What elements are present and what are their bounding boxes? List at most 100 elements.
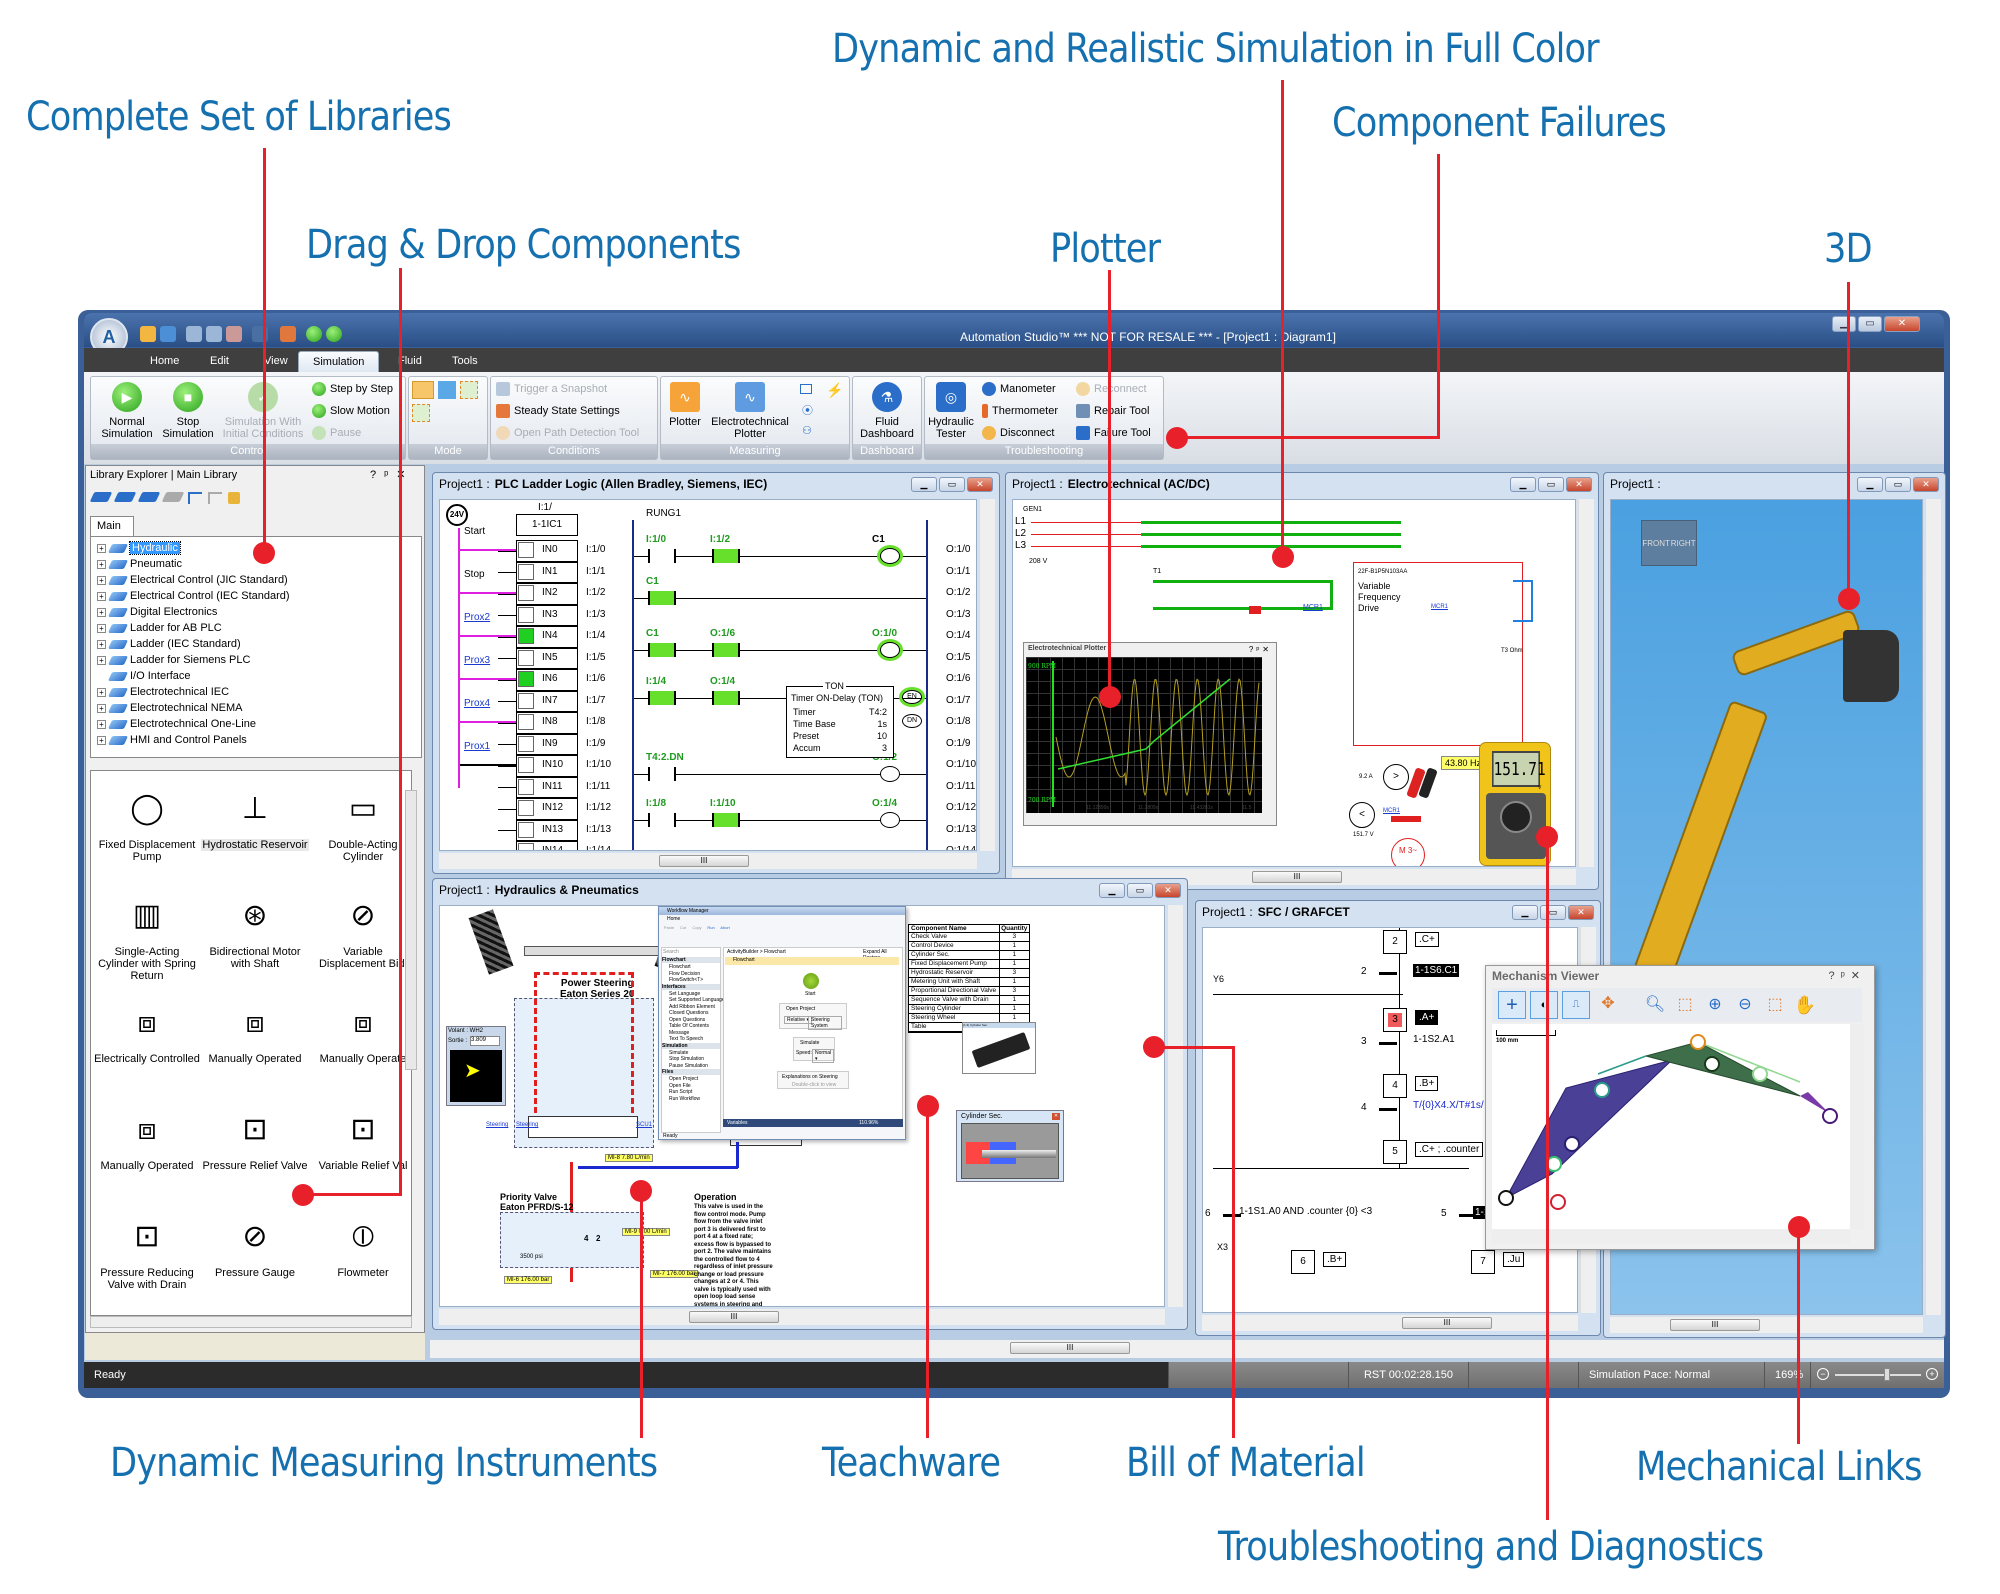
library-tree-item[interactable]: + HMI and Control Panels [97, 732, 415, 748]
zoom-thumb[interactable] [1883, 1368, 1890, 1381]
expand-icon[interactable]: + [97, 639, 106, 649]
workflow-tool-item[interactable]: Open File [669, 1083, 691, 1089]
zoom-area-icon[interactable]: ⬚ [1672, 992, 1698, 1018]
library-open-icon[interactable] [89, 492, 113, 502]
component-item[interactable]: ⊡ Pressure Relief Valve [201, 1100, 309, 1173]
show-joints-icon[interactable]: + [1498, 991, 1526, 1019]
component-item[interactable]: ⊘ Pressure Gauge [201, 1207, 309, 1280]
maximize-button[interactable]: ▭ [1538, 477, 1564, 492]
workflow-manager-window[interactable]: Workflow Manager Home Paste Cut Copy Run Abort… [658, 906, 906, 1140]
tab-home[interactable]: Home [136, 351, 193, 372]
contact[interactable] [648, 549, 676, 563]
hydraulics-vscroll[interactable] [1167, 905, 1183, 1307]
coil[interactable] [880, 548, 900, 564]
joint-marker[interactable] [1594, 1082, 1610, 1098]
minimize-button[interactable]: ▁ [1099, 883, 1125, 898]
library-tree-item[interactable]: + Ladder for AB PLC [97, 620, 415, 636]
3d-vscroll[interactable] [1925, 499, 1941, 1315]
workflow-tool-item[interactable]: Run Workflow [669, 1096, 700, 1102]
nc-contact[interactable] [712, 813, 740, 827]
palette-scrollbar[interactable] [405, 790, 417, 1070]
sfc-transition[interactable] [1379, 1042, 1397, 1045]
zoom-slider[interactable]: − + [1810, 1362, 1944, 1388]
component-item[interactable]: ⧈ Electrically Controlled [93, 993, 201, 1066]
sfc-step[interactable]: 7 [1471, 1250, 1495, 1274]
project-name-input[interactable]: Steering System [808, 1016, 842, 1030]
boom-link[interactable] [1504, 1059, 1673, 1200]
qat-close-project-icon[interactable] [226, 326, 242, 342]
maximize-button[interactable]: ▭ [1858, 316, 1882, 332]
disconnect-button[interactable]: Disconnect [982, 426, 1054, 440]
pan-hand-icon[interactable]: ✋ [1792, 992, 1818, 1018]
zoom-window-icon[interactable]: ⬚ [1762, 992, 1788, 1018]
expand-icon[interactable]: + [97, 719, 106, 729]
close-button[interactable]: ✕ [1155, 883, 1181, 898]
tab-simulation[interactable]: Simulation [298, 351, 380, 372]
maximize-button[interactable]: ▭ [1127, 883, 1153, 898]
joint-marker[interactable] [1498, 1190, 1514, 1206]
bom-row[interactable]: Control Device 1 [909, 942, 1029, 951]
joint-marker[interactable] [1550, 1194, 1566, 1210]
joint-marker[interactable] [1752, 1066, 1768, 1082]
qat-save-icon[interactable] [206, 326, 222, 342]
contact[interactable] [648, 813, 676, 827]
contact[interactable] [648, 767, 676, 781]
library-tree-item[interactable]: + Electrotechnical NEMA [97, 700, 415, 716]
expand-icon[interactable]: + [97, 575, 106, 585]
workflow-tool-item[interactable]: Flow Decision [669, 971, 700, 977]
bom-row[interactable]: Proportional Directional Valve 3 [909, 987, 1029, 996]
component-item[interactable]: ⊡ Pressure Reducing Valve with Drain [93, 1207, 201, 1292]
workflow-tool-item[interactable]: Add Ribbon Element [669, 1004, 715, 1010]
stick-link[interactable] [1644, 1041, 1801, 1097]
sfc-step[interactable]: 4 [1383, 1074, 1407, 1098]
manometer-button[interactable]: Manometer [982, 382, 1056, 396]
close-button[interactable]: ✕ [1884, 316, 1920, 332]
lock-icon[interactable] [228, 492, 240, 504]
library-tree-item[interactable]: + Electrical Control (JIC Standard) [97, 572, 415, 588]
coil[interactable] [880, 766, 900, 782]
cylinder-photo-popup[interactable]: (1:3) Cylinder Sec. [962, 1022, 1036, 1074]
sfc-action[interactable]: .B+ [1415, 1076, 1439, 1091]
sfc-action[interactable]: .C+ ; .counter [1415, 1142, 1484, 1157]
workflow-simulate[interactable]: Simulate Speed: Normal ▾ [793, 1037, 835, 1063]
sfc-action[interactable]: .B+ [1323, 1252, 1347, 1267]
workflow-tool-cut[interactable]: Cut [677, 925, 689, 939]
zoom-out-icon[interactable]: ⊖ [1732, 992, 1758, 1018]
joint-marker[interactable] [1690, 1034, 1706, 1050]
link-icon[interactable]: ⦿ [802, 402, 813, 418]
palette-hscrollbar[interactable] [90, 1316, 412, 1328]
library-tree-item[interactable]: + Electrotechnical IEC [97, 684, 415, 700]
close-button[interactable]: ✕ [1568, 905, 1594, 920]
plc-canvas[interactable]: 24V I:1/1-1IC1 RUNG1 IN0 I:1/0 O:1/0 IN1 I:1/1 O… [439, 499, 977, 851]
plc-hscroll[interactable]: III [439, 853, 977, 869]
workflow-tool-paste[interactable]: Paste [663, 925, 675, 939]
sfc-step[interactable]: 3 [1383, 1008, 1407, 1032]
workflow-tool-item[interactable]: Simulate [669, 1050, 688, 1056]
plotter-graph[interactable]: 900 RPM 700 RPM 11.12899s 11.2809s 11.43281s… [1026, 657, 1262, 813]
workflow-tool-item[interactable]: Closed Questions [669, 1010, 708, 1016]
workflow-search[interactable]: Search [663, 949, 679, 955]
library-tree-item[interactable]: + Ladder for Siemens PLC [97, 652, 415, 668]
workflow-tool-item[interactable]: Text To Speech [669, 1036, 703, 1042]
workflow-section[interactable]: Interfaces [662, 983, 720, 990]
library-new-icon[interactable] [113, 492, 137, 502]
expand-icon[interactable]: + [97, 655, 106, 665]
bom-row[interactable]: Metering Unit with Shaft 1 [909, 978, 1029, 987]
mode-select-icon[interactable] [460, 381, 478, 399]
component-item[interactable]: ▥ Single-Acting Cylinder with Spring Retu… [93, 886, 201, 983]
qat-play-icon[interactable] [306, 326, 322, 342]
library-tree-item[interactable]: + Electrical Control (IEC Standard) [97, 588, 415, 604]
expand-icon[interactable]: + [97, 703, 106, 713]
zoom-out-icon[interactable]: − [1817, 1368, 1829, 1380]
library-tree-item[interactable]: + Digital Electronics [97, 604, 415, 620]
zoom-in-icon[interactable]: + [1926, 1368, 1938, 1380]
workflow-tool-item[interactable]: Open Project [669, 1076, 698, 1082]
reconnect-button[interactable]: Reconnect [1076, 382, 1147, 396]
sfc-action[interactable]: .Ju [1503, 1252, 1525, 1267]
steering-link-2[interactable]: Steering [516, 1122, 538, 1128]
sfc-action[interactable]: .C+ [1415, 932, 1439, 947]
joint-marker[interactable] [1704, 1056, 1720, 1072]
slow-motion-button[interactable]: Slow Motion [312, 404, 390, 418]
plotter-button[interactable]: ∿ Plotter [664, 382, 706, 428]
joint-marker[interactable] [1546, 1156, 1562, 1172]
